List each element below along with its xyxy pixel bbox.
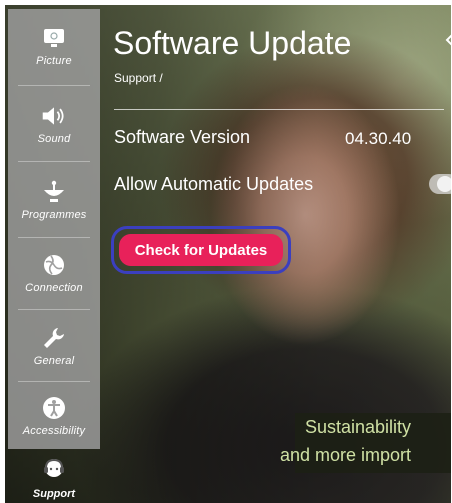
sidebar-divider <box>18 161 90 162</box>
settings-sidebar: Picture Sound Programmes Connection Gene… <box>8 9 100 449</box>
tv-screen: Sustainability and more import Picture S… <box>5 5 451 503</box>
speaker-icon <box>41 103 67 129</box>
video-caption-box: Sustainability and more import <box>280 413 451 473</box>
page-title: Software Update <box>113 25 352 61</box>
video-caption-line1: Sustainability <box>305 417 412 437</box>
sidebar-item-label: Accessibility <box>22 425 86 437</box>
sidebar-item-sound[interactable]: Sound <box>8 89 100 159</box>
header-divider <box>114 109 444 110</box>
sidebar-item-label: General <box>33 355 75 367</box>
satellite-dish-icon <box>41 179 67 205</box>
sidebar-divider <box>18 85 90 86</box>
sidebar-item-support[interactable]: Support <box>8 453 100 503</box>
sidebar-item-programmes[interactable]: Programmes <box>8 165 100 235</box>
sidebar-item-label: Programmes <box>21 209 87 221</box>
sidebar-item-label: Sound <box>37 133 71 145</box>
software-version-value: 04.30.40 <box>345 129 412 148</box>
sidebar-item-general[interactable]: General <box>8 311 100 381</box>
accessibility-icon <box>41 395 67 421</box>
sidebar-item-label: Picture <box>36 55 72 67</box>
auto-updates-label: Allow Automatic Updates <box>114 174 314 194</box>
sidebar-item-label: Support <box>32 487 76 500</box>
sidebar-item-picture[interactable]: Picture <box>8 11 100 81</box>
software-version-label: Software Version <box>114 127 251 147</box>
video-caption-line2: and more import <box>280 445 412 465</box>
check-for-updates-label: Check for Updates <box>119 234 283 266</box>
toggle-knob <box>437 176 451 192</box>
sidebar-item-connection[interactable]: Connection <box>8 238 100 308</box>
breadcrumb[interactable]: Support / <box>114 71 163 85</box>
picture-icon <box>41 25 67 51</box>
wrench-icon <box>41 325 67 351</box>
sidebar-item-label: Connection <box>25 282 83 294</box>
globe-icon <box>41 252 67 278</box>
check-for-updates-button[interactable]: Check for Updates <box>111 226 291 274</box>
tv-frame: Sustainability and more import Picture S… <box>0 0 452 503</box>
sidebar-item-accessibility[interactable]: Accessibility <box>8 381 100 451</box>
support-icon <box>41 457 67 486</box>
sidebar-divider <box>18 309 90 310</box>
back-icon[interactable] <box>445 33 451 51</box>
auto-updates-toggle[interactable] <box>429 174 451 194</box>
